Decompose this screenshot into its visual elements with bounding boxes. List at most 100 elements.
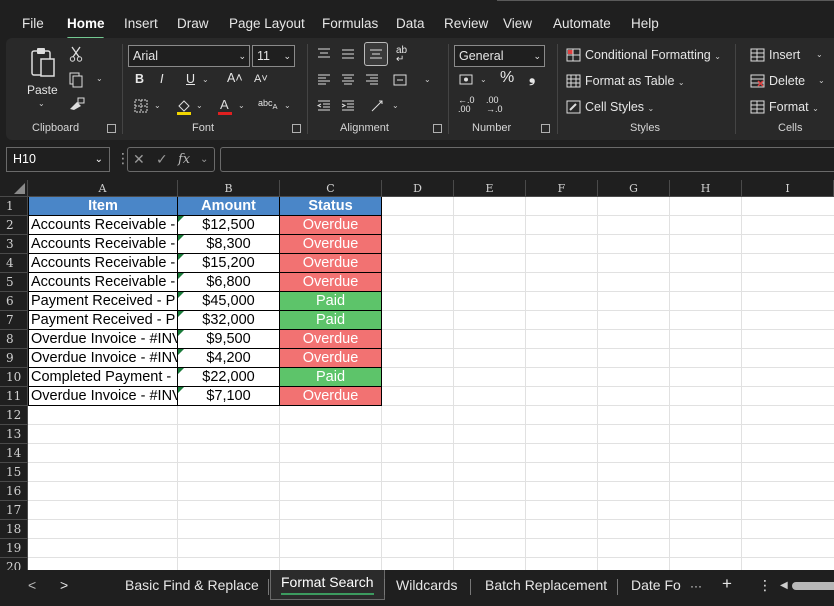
row-header-7[interactable]: 7 [0, 311, 28, 330]
row-header-16[interactable]: 16 [0, 482, 28, 501]
font-launcher-icon[interactable] [292, 124, 301, 133]
row-header-4[interactable]: 4 [0, 254, 28, 273]
increase-indent-icon[interactable] [340, 98, 356, 114]
table-cell-status[interactable]: Overdue [280, 330, 382, 349]
fill-color-dropdown-icon[interactable]: ⌄ [196, 101, 203, 110]
number-launcher-icon[interactable] [541, 124, 550, 133]
decrease-decimal-icon[interactable]: .00 →.0 [486, 96, 503, 114]
row-header-10[interactable]: 10 [0, 368, 28, 387]
merge-center-icon[interactable] [392, 72, 408, 88]
scroll-left-icon[interactable]: ◀ [780, 580, 788, 591]
clipboard-launcher-icon[interactable] [107, 124, 116, 133]
row-header-8[interactable]: 8 [0, 330, 28, 349]
conditional-formatting-button[interactable]: Conditional Formatting ⌄ [585, 48, 721, 62]
cancel-icon[interactable]: ✕ [133, 148, 145, 171]
table-cell-item[interactable]: Accounts Receivable - [28, 235, 178, 254]
prev-sheet-icon[interactable]: < [28, 577, 36, 593]
column-header-b[interactable]: B [178, 180, 280, 197]
row-header-1[interactable]: 1 [0, 197, 28, 216]
number-format-select[interactable]: General ⌄ [454, 45, 545, 67]
percent-style-button[interactable]: % [500, 69, 514, 87]
table-cell-item[interactable]: Accounts Receivable - [28, 273, 178, 292]
table-cell-item[interactable]: Overdue Invoice - #INV [28, 387, 178, 406]
column-header-d[interactable]: D [382, 180, 454, 197]
table-cell-status[interactable]: Paid [280, 368, 382, 387]
cell-styles-button[interactable]: Cell Styles ⌄ [585, 100, 654, 114]
increase-decimal-icon[interactable]: ←.0.00 [458, 96, 475, 114]
format-painter-icon[interactable] [68, 96, 86, 112]
row-header-13[interactable]: 13 [0, 425, 28, 444]
more-sheets-icon[interactable]: ··· [690, 579, 702, 593]
column-header-e[interactable]: E [454, 180, 526, 197]
formula-input[interactable] [220, 147, 834, 172]
column-header-c[interactable]: C [280, 180, 382, 197]
orientation-dropdown-icon[interactable]: ⌄ [392, 101, 399, 110]
format-button[interactable]: Format ⌄ [769, 100, 819, 114]
delete-cells-icon[interactable] [749, 73, 765, 89]
align-middle-icon[interactable] [340, 46, 356, 62]
merge-dropdown-icon[interactable]: ⌄ [424, 75, 431, 84]
table-cell-status[interactable]: Paid [280, 311, 382, 330]
column-header-i[interactable]: I [742, 180, 834, 197]
phonetic-icon[interactable]: abcA [258, 98, 278, 111]
table-cell-status[interactable]: Overdue [280, 235, 382, 254]
table-cell-item[interactable]: Overdue Invoice - #INV [28, 349, 178, 368]
sheet-tab-wildcards[interactable]: Wildcards [396, 577, 457, 593]
delete-dropdown-icon[interactable]: ⌄ [818, 76, 825, 85]
table-cell-status[interactable]: Overdue [280, 349, 382, 368]
table-cell-amount[interactable]: $45,000 [178, 292, 280, 311]
fill-color-icon[interactable] [174, 96, 194, 116]
row-header-14[interactable]: 14 [0, 444, 28, 463]
column-header-h[interactable]: H [670, 180, 742, 197]
select-all-corner[interactable] [0, 180, 28, 197]
tab-home[interactable]: Home [67, 16, 105, 31]
row-header-12[interactable]: 12 [0, 406, 28, 425]
row-header-15[interactable]: 15 [0, 463, 28, 482]
enter-icon[interactable]: ✓ [156, 148, 168, 171]
table-cell-amount[interactable]: $22,000 [178, 368, 280, 387]
row-header-9[interactable]: 9 [0, 349, 28, 368]
italic-button[interactable]: I [160, 72, 163, 86]
wrap-text-icon[interactable]: ab ↵ [396, 46, 407, 65]
insert-button[interactable]: Insert [769, 48, 800, 62]
tab-draw[interactable]: Draw [177, 16, 209, 31]
tab-help[interactable]: Help [631, 16, 659, 31]
table-cell-amount[interactable]: $32,000 [178, 311, 280, 330]
borders-dropdown-icon[interactable]: ⌄ [154, 101, 161, 110]
sheet-tab-format-search[interactable]: Format Search [270, 570, 385, 600]
bold-button[interactable]: B [135, 72, 144, 86]
align-center-icon[interactable] [340, 72, 356, 88]
paste-icon[interactable] [28, 46, 58, 80]
table-header-status[interactable]: Status [280, 197, 382, 216]
table-cell-amount[interactable]: $8,300 [178, 235, 280, 254]
column-header-f[interactable]: F [526, 180, 598, 197]
table-cell-status[interactable]: Overdue [280, 273, 382, 292]
table-header-amount[interactable]: Amount [178, 197, 280, 216]
tab-automate[interactable]: Automate [553, 16, 611, 31]
format-as-table-button[interactable]: Format as Table ⌄ [585, 74, 685, 88]
horizontal-scrollbar[interactable] [792, 582, 834, 590]
row-header-18[interactable]: 18 [0, 520, 28, 539]
cut-icon[interactable] [68, 46, 84, 62]
name-box[interactable]: H10 ⌄ [6, 147, 110, 172]
insert-dropdown-icon[interactable]: ⌄ [816, 50, 823, 59]
table-cell-amount[interactable]: $4,200 [178, 349, 280, 368]
function-dropdown-icon[interactable]: ⌄ [200, 148, 208, 171]
table-cell-item[interactable]: Completed Payment - [28, 368, 178, 387]
table-cell-item[interactable]: Overdue Invoice - #INV [28, 330, 178, 349]
tab-review[interactable]: Review [444, 16, 488, 31]
table-cell-item[interactable]: Accounts Receivable - [28, 216, 178, 235]
table-cell-amount[interactable]: $9,500 [178, 330, 280, 349]
accounting-format-icon[interactable] [458, 72, 476, 88]
format-as-table-icon[interactable] [565, 73, 581, 89]
table-header-item[interactable]: Item [28, 197, 178, 216]
cell-styles-icon[interactable] [565, 99, 581, 115]
table-cell-item[interactable]: Accounts Receivable - [28, 254, 178, 273]
underline-dropdown-icon[interactable]: ⌄ [202, 75, 209, 84]
sheet-options-icon[interactable]: ⋮ [758, 577, 772, 594]
font-name-select[interactable]: Arial ⌄ [128, 45, 250, 67]
decrease-font-size-icon[interactable]: A˅ [254, 73, 268, 85]
column-header-a[interactable]: A [28, 180, 178, 197]
tab-page-layout[interactable]: Page Layout [229, 16, 305, 31]
increase-font-size-icon[interactable]: A˄ [227, 71, 243, 85]
